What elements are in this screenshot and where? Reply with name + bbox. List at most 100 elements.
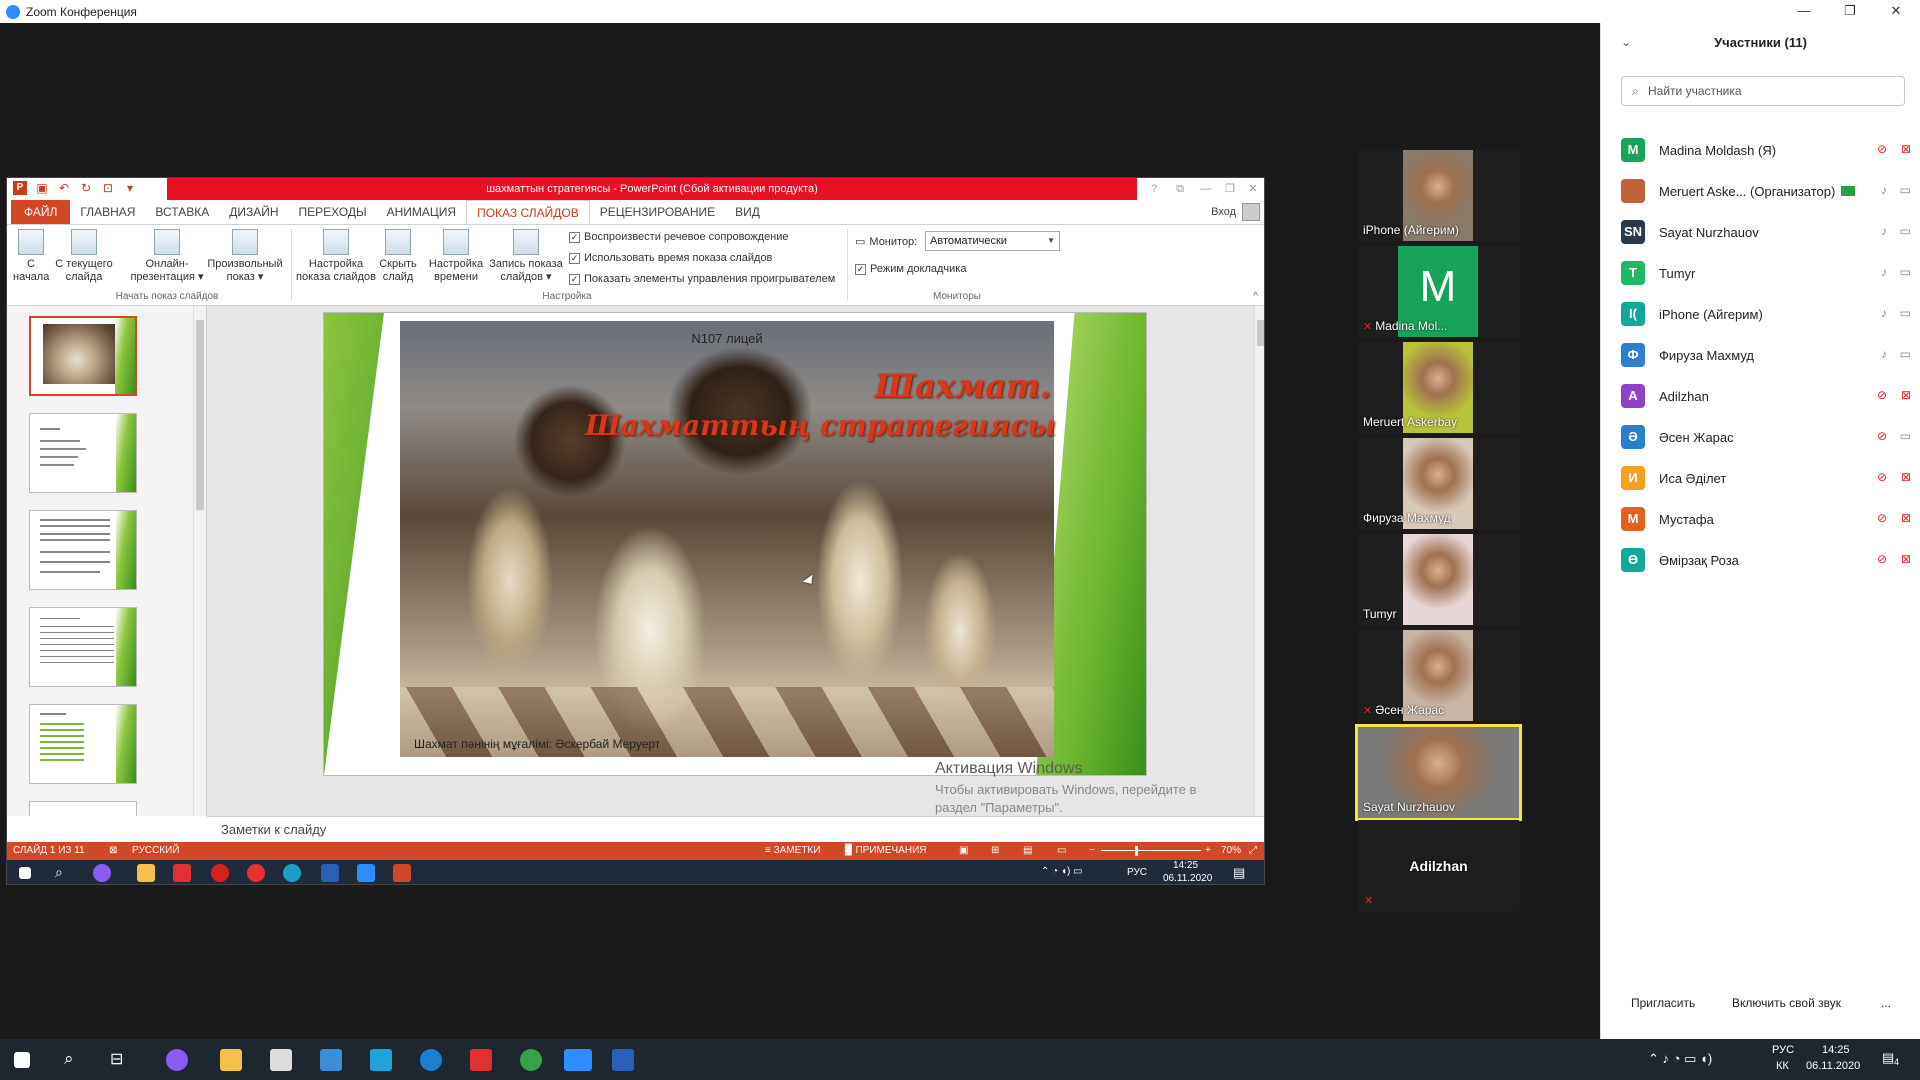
video-tile[interactable]: Adilzhan ✕ xyxy=(1358,820,1519,911)
unmute-button[interactable]: Включить свой звук xyxy=(1732,996,1841,1010)
l-app-icon[interactable] xyxy=(370,1049,392,1071)
fit-slide-icon[interactable]: ⤢ xyxy=(1249,842,1257,860)
edge-icon[interactable] xyxy=(420,1049,442,1071)
video-tile[interactable]: Tumyr xyxy=(1358,534,1519,625)
tray-time[interactable]: 14:25 xyxy=(1822,1044,1850,1056)
tab-animation[interactable]: АНИМАЦИЯ xyxy=(377,200,466,224)
tray-layout[interactable]: КК xyxy=(1776,1060,1789,1072)
undo-icon[interactable]: ↶ xyxy=(57,181,71,195)
participant-row[interactable]: M Мустафа ⊘ ⊠ xyxy=(1621,504,1911,534)
tab-file[interactable]: ФАЙЛ xyxy=(11,200,71,224)
from-beginning-button[interactable]: С начала xyxy=(13,229,49,284)
participant-search-input[interactable]: ⌕ Найти участника xyxy=(1621,76,1905,106)
scrollbar-thumb[interactable] xyxy=(1257,320,1264,346)
mail-icon[interactable] xyxy=(320,1049,342,1071)
task-view-icon[interactable]: ⊟ xyxy=(110,1049,123,1069)
scrollbar-thumb[interactable] xyxy=(196,320,204,510)
close-button[interactable]: ✕ xyxy=(1876,0,1916,23)
hide-slide-button[interactable]: Скрыть слайд xyxy=(375,229,421,284)
slide-thumbnail-2[interactable]: 2 xyxy=(29,413,137,493)
participant-row[interactable]: SN Sayat Nurzhauov ♪ ▭ xyxy=(1621,217,1911,247)
minimize-button[interactable]: — xyxy=(1784,0,1824,23)
slide-scrollbar[interactable] xyxy=(1254,306,1264,816)
timings-checkbox[interactable]: ✓ Использовать время показа слайдов xyxy=(569,252,772,264)
tray-date[interactable]: 06.11.2020 xyxy=(1806,1060,1860,1072)
file-explorer-icon[interactable] xyxy=(220,1049,242,1071)
zoom-in-icon[interactable]: + xyxy=(1205,842,1211,860)
cortana-icon[interactable] xyxy=(166,1049,188,1071)
participant-row[interactable]: Ф Фируза Махмуд ♪ ▭ xyxy=(1621,340,1911,370)
chrome-icon[interactable] xyxy=(520,1049,542,1071)
invite-button[interactable]: Пригласить xyxy=(1631,996,1695,1010)
setup-slideshow-button[interactable]: Настройка показа слайдов xyxy=(295,229,377,284)
help-button[interactable]: ? xyxy=(1141,178,1167,200)
slide-thumbnail-3[interactable]: 3 xyxy=(29,510,137,590)
ribbon-display-button[interactable]: ⧉ xyxy=(1167,178,1193,200)
user-avatar-icon[interactable] xyxy=(1242,203,1260,221)
tray-icons[interactable]: ⌃ ♪ ◔ ▭ ◖) xyxy=(1648,1051,1712,1067)
notes-button[interactable]: ≡ ЗАМЕТКИ xyxy=(765,842,820,860)
slide-thumbnail-4[interactable]: 4 xyxy=(29,607,137,687)
spellcheck-icon[interactable]: ⊠ xyxy=(109,842,117,860)
normal-view-icon[interactable]: ▣ xyxy=(959,842,968,860)
tab-view[interactable]: ВИД xyxy=(725,200,770,224)
video-tile[interactable]: ✕ Әсен Жарас xyxy=(1358,630,1519,721)
customize-qat-icon[interactable]: ▾ xyxy=(123,181,137,195)
narration-checkbox[interactable]: ✓ Воспроизвести речевое сопровождение xyxy=(569,231,789,243)
slide-thumbnail-5[interactable]: 5 xyxy=(29,704,137,784)
tab-transitions[interactable]: ПЕРЕХОДЫ xyxy=(289,200,377,224)
ppt-minimize-button[interactable]: — xyxy=(1193,178,1219,200)
store-icon[interactable] xyxy=(270,1049,292,1071)
zoom-out-icon[interactable]: − xyxy=(1089,842,1095,860)
presenter-view-checkbox[interactable]: ✓ Режим докладчика xyxy=(855,263,966,275)
participant-row[interactable]: M Madina Moldash (Я) ⊘ ⊠ xyxy=(1621,135,1911,165)
redo-icon[interactable]: ↻ xyxy=(79,181,93,195)
comments-button[interactable]: ▉ ПРИМЕЧАНИЯ xyxy=(845,842,926,860)
video-tile[interactable]: Meruert Askerbay xyxy=(1358,342,1519,433)
slide-sorter-icon[interactable]: ⊞ xyxy=(991,842,999,860)
current-slide[interactable]: N107 лицей Шахмат. Шахматтың стратегиясы… xyxy=(323,312,1147,776)
thumbnails-scrollbar[interactable] xyxy=(193,306,205,816)
tab-slideshow[interactable]: ПОКАЗ СЛАЙДОВ xyxy=(466,200,590,224)
ppt-close-button[interactable]: ✕ xyxy=(1240,178,1264,200)
participant-row[interactable]: T Tumyr ♪ ▭ xyxy=(1621,258,1911,288)
participant-row[interactable]: Ә Әсен Жарас ⊘ ▭ xyxy=(1621,422,1911,452)
slide-thumbnail-6[interactable]: 6 xyxy=(29,801,137,816)
video-tile[interactable]: Sayat Nurzhauov xyxy=(1355,724,1522,821)
notification-icon[interactable]: ▤ xyxy=(1882,1050,1894,1066)
tab-home[interactable]: ГЛАВНАЯ xyxy=(70,200,145,224)
zoom-slider-thumb[interactable] xyxy=(1135,846,1138,856)
rehearse-timings-button[interactable]: Настройка времени xyxy=(425,229,487,284)
from-current-slide-button[interactable]: С текущего слайда xyxy=(51,229,117,284)
collapse-ribbon-icon[interactable]: ^ xyxy=(1253,291,1258,302)
word-icon[interactable] xyxy=(612,1049,634,1071)
slide-thumbnail-1[interactable]: 1 xyxy=(29,316,137,396)
search-icon[interactable]: ⌕ xyxy=(64,1049,74,1069)
participant-row[interactable]: I(iPhone (Айгерим) ♪ ▭ xyxy=(1621,299,1911,329)
custom-show-button[interactable]: Произвольный показ ▾ xyxy=(203,229,287,284)
video-tile[interactable]: iPhone (Айгерим) xyxy=(1358,150,1519,241)
notes-pane[interactable]: Заметки к слайду xyxy=(207,816,1264,842)
zoom-slider[interactable] xyxy=(1101,850,1201,851)
participant-row[interactable]: Ө Өмірзақ Роза ⊘ ⊠ xyxy=(1621,545,1911,575)
slideshow-view-icon[interactable]: ▭ xyxy=(1057,842,1066,860)
tab-design[interactable]: ДИЗАЙН xyxy=(219,200,288,224)
participant-row[interactable]: И Иса Әділет ⊘ ⊠ xyxy=(1621,463,1911,493)
participant-row[interactable]: A Adilzhan ⊘ ⊠ xyxy=(1621,381,1911,411)
start-show-icon[interactable]: ⊡ xyxy=(101,181,115,195)
tray-language[interactable]: РУС xyxy=(1772,1044,1794,1056)
media-controls-checkbox[interactable]: ✓ Показать элементы управления проигрыва… xyxy=(569,273,835,285)
tab-insert[interactable]: ВСТАВКА xyxy=(145,200,219,224)
video-tile[interactable]: M ✕ Madina Mol... xyxy=(1358,246,1519,337)
zoom-app-icon[interactable] xyxy=(564,1049,592,1071)
record-slideshow-button[interactable]: Запись показа слайдов ▾ xyxy=(487,229,565,284)
restore-button[interactable]: ❐ xyxy=(1830,0,1870,23)
yandex-icon[interactable] xyxy=(470,1049,492,1071)
save-icon[interactable]: ▣ xyxy=(35,181,49,195)
zoom-level[interactable]: 70% xyxy=(1221,842,1241,860)
reading-view-icon[interactable]: ▤ xyxy=(1023,842,1032,860)
online-presentation-button[interactable]: Онлайн- презентация ▾ xyxy=(127,229,207,284)
more-button[interactable]: ... xyxy=(1881,996,1891,1010)
participant-row[interactable]: Meruert Aske... (Организатор) ♪ ▭ xyxy=(1621,176,1911,206)
windows-start-icon[interactable] xyxy=(14,1052,30,1068)
